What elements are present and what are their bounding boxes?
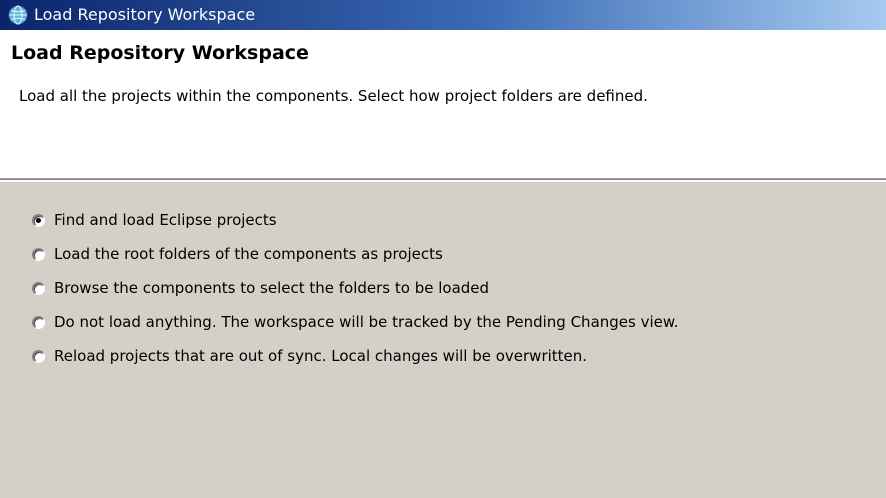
- option-label[interactable]: Find and load Eclipse projects: [54, 211, 277, 229]
- page-description: Load all the projects within the compone…: [19, 87, 648, 105]
- load-repository-workspace-dialog: Load Repository Workspace Load Repositor…: [0, 0, 886, 498]
- option-reload-out-of-sync[interactable]: Reload projects that are out of sync. Lo…: [32, 339, 886, 373]
- option-browse-components[interactable]: Browse the components to select the fold…: [32, 271, 886, 305]
- option-label[interactable]: Reload projects that are out of sync. Lo…: [54, 347, 587, 365]
- option-label[interactable]: Load the root folders of the components …: [54, 245, 443, 263]
- option-label[interactable]: Do not load anything. The workspace will…: [54, 313, 679, 331]
- radio-button[interactable]: [32, 247, 45, 261]
- load-options-group: Find and load Eclipse projects Load the …: [32, 203, 886, 373]
- radio-button[interactable]: [32, 349, 45, 363]
- page-title: Load Repository Workspace: [11, 42, 309, 64]
- title-bar[interactable]: Load Repository Workspace: [0, 0, 886, 30]
- header-separator: [0, 179, 886, 182]
- option-find-eclipse-projects[interactable]: Find and load Eclipse projects: [32, 203, 886, 237]
- option-label[interactable]: Browse the components to select the fold…: [54, 279, 489, 297]
- option-load-root-folders[interactable]: Load the root folders of the components …: [32, 237, 886, 271]
- window-title: Load Repository Workspace: [34, 5, 256, 24]
- wizard-header: Load Repository Workspace Load all the p…: [0, 30, 886, 179]
- radio-button[interactable]: [32, 315, 45, 329]
- eclipse-globe-icon: [8, 5, 28, 25]
- radio-button[interactable]: [32, 281, 45, 295]
- radio-button-selected[interactable]: [32, 213, 45, 227]
- option-do-not-load[interactable]: Do not load anything. The workspace will…: [32, 305, 886, 339]
